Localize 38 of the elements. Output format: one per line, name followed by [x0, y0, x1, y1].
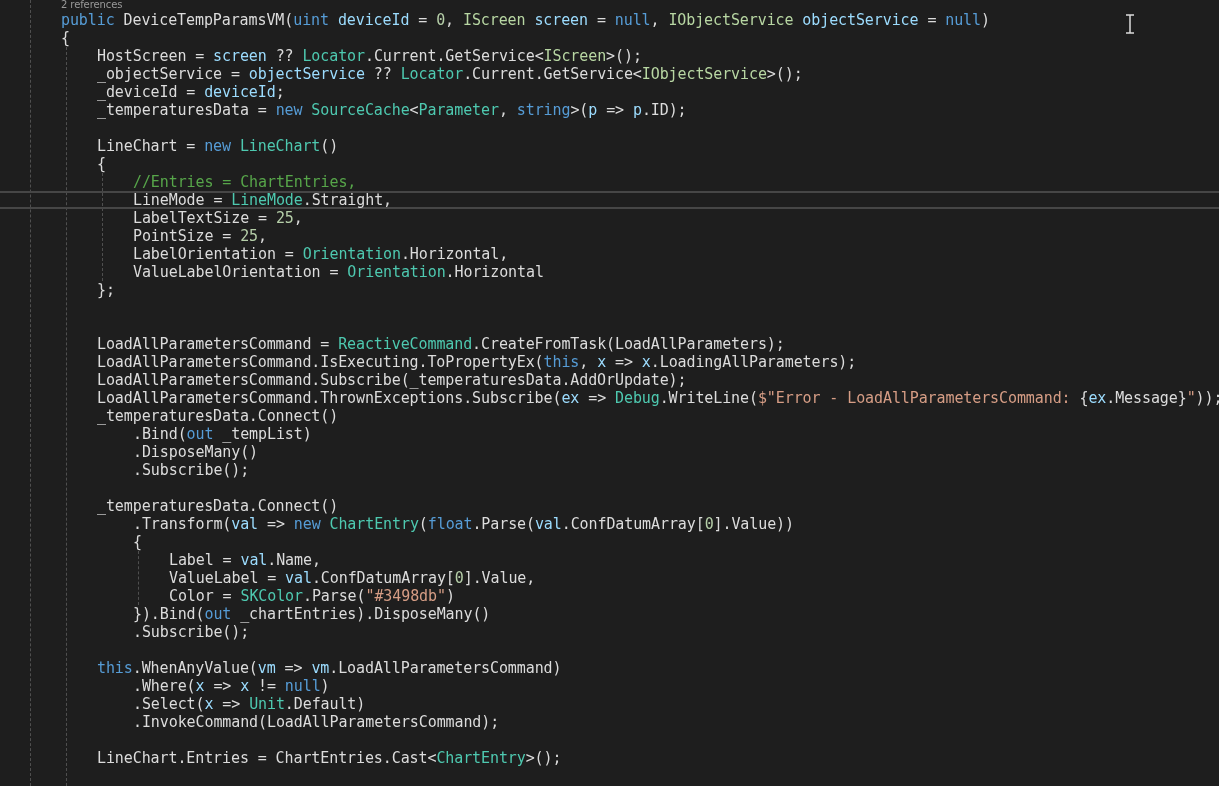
code-line: .Where(x => x != null) [133, 677, 330, 695]
text-cursor-icon [1125, 14, 1135, 34]
code-line: _temperaturesData.Connect() [97, 407, 339, 425]
code-line: .Subscribe(); [133, 461, 250, 479]
code-line: LineChart.Entries = ChartEntries.Cast<ChartEntry>(); [97, 749, 562, 767]
code-line: LineChart = new LineChart() [97, 137, 339, 155]
code-line: .Select(x => Unit.Default) [133, 695, 366, 713]
code-line: LineMode = LineMode.Straight, [133, 191, 392, 209]
code-line: LabelOrientation = Orientation.Horizontal, [133, 245, 509, 263]
code-line: }).Bind(out _chartEntries).DisposeMany() [133, 605, 491, 623]
code-line: LoadAllParametersCommand = ReactiveCommand.CreateFromTask(LoadAllParameters); [97, 335, 785, 353]
code-line: HostScreen = screen ?? Locator.Current.GetService<IScreen>(); [97, 47, 642, 65]
code-line: LoadAllParametersCommand.ThrownExceptions.Subscribe(ex => Debug.WriteLine($"Error - LoadAllParametersCommand: {ex.Message}")); [97, 389, 1219, 407]
code-line: _objectService = objectService ?? Locator.Current.GetService<IObjectService>(); [97, 65, 803, 83]
code-line: LabelTextSize = 25, [133, 209, 303, 227]
code-line: _temperaturesData = new SourceCache<Parameter, string>(p => p.ID); [97, 101, 687, 119]
code-line: public DeviceTempParamsVM(uint deviceId = 0, IScreen screen = null, IObjectService objectService = null) [61, 11, 990, 29]
code-line: .Subscribe(); [133, 623, 250, 641]
code-line: //Entries = ChartEntries, [133, 173, 357, 191]
code-line: _temperaturesData.Connect() [97, 497, 339, 515]
code-line: ValueLabelOrientation = Orientation.Horizontal [133, 263, 544, 281]
code-line: { [61, 29, 70, 47]
code-line: ValueLabel = val.ConfDatumArray[0].Value, [169, 569, 536, 587]
code-line: Label = val.Name, [169, 551, 321, 569]
code-line: PointSize = 25, [133, 227, 267, 245]
code-line: .DisposeMany() [133, 443, 259, 461]
code-line: this.WhenAnyValue(vm => vm.LoadAllParametersCommand) [97, 659, 562, 677]
code-line: _deviceId = deviceId; [97, 83, 285, 101]
code-line: LoadAllParametersCommand.IsExecuting.ToPropertyEx(this, x => x.LoadingAllParameters); [97, 353, 857, 371]
code-line: }; [97, 281, 115, 299]
code-line: .InvokeCommand(LoadAllParametersCommand); [133, 713, 500, 731]
code-line: Color = SKColor.Parse("#3498db") [169, 587, 455, 605]
code-line: LoadAllParametersCommand.Subscribe(_temperaturesData.AddOrUpdate); [97, 371, 687, 389]
code-line: .Bind(out _tempList) [133, 425, 312, 443]
code-line: { [97, 155, 106, 173]
code-line: { [133, 533, 142, 551]
code-line: .Transform(val => new ChartEntry(float.Parse(val.ConfDatumArray[0].Value)) [133, 515, 794, 533]
references-codelens[interactable]: 2 references [61, 0, 123, 11]
